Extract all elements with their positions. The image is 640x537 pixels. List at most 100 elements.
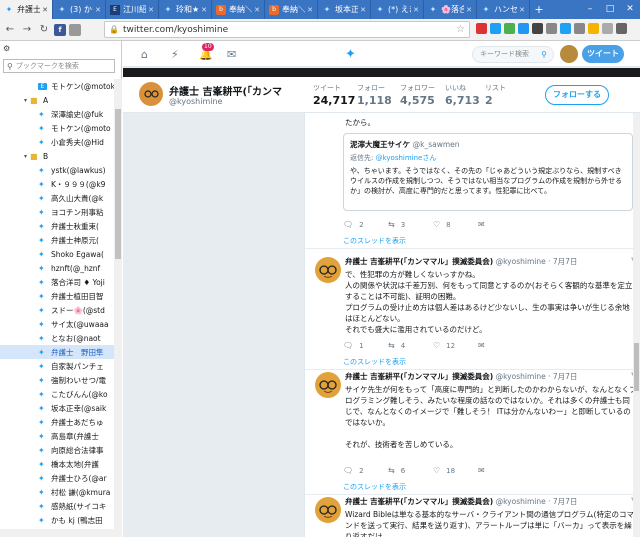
maximize-button[interactable]: □ <box>600 0 620 19</box>
close-tab-icon[interactable]: ✕ <box>95 6 101 14</box>
bookmark-item[interactable]: ✦ 弁護士ひろ(@ar <box>0 471 114 485</box>
bookmark-item[interactable]: ✦ 自家製パンチェ <box>0 359 114 373</box>
bookmark-folder[interactable]: ▾ ■ A <box>0 93 114 107</box>
profile-name[interactable]: 弁護士 吉峯耕平(「カンマ <box>169 83 282 98</box>
dm-button[interactable]: ✉ <box>478 466 523 475</box>
tweet-avatar[interactable] <box>315 257 341 283</box>
follow-button[interactable]: フォローする <box>545 85 609 105</box>
bookmark-search-input[interactable]: ⚲ ブックマークを検索 <box>3 59 115 73</box>
bookmark-item[interactable]: ✦ 村松 謙(@kmura <box>0 485 114 499</box>
like-button[interactable]: ♡ 12 <box>433 341 478 350</box>
bookmark-item[interactable]: ✦ となお(@naot <box>0 331 114 345</box>
like-button[interactable]: ♡ 8 <box>433 220 478 229</box>
bookmark-item[interactable]: ✦ こたびんん(@ko <box>0 387 114 401</box>
bookmark-star-icon[interactable]: ☆ <box>456 24 465 35</box>
bookmark-item[interactable]: ✦ 落合洋司 ♦ Yoji <box>0 275 114 289</box>
extension-dark-icon[interactable] <box>532 23 543 34</box>
extension-red-icon[interactable] <box>476 23 487 34</box>
close-tab-icon[interactable]: ✕ <box>42 6 48 14</box>
collapse-caret-icon[interactable]: ▾ <box>24 153 27 160</box>
bookmark-item[interactable]: ✦ 弁護士神原元( <box>0 233 114 247</box>
browser-tab[interactable]: ✦ハンセン✕ <box>477 0 530 19</box>
extension-blue-icon[interactable] <box>518 23 529 34</box>
tweet-date[interactable]: 7月7日 <box>553 257 578 266</box>
bookmark-item[interactable]: ✦ 弁護士植田目智 <box>0 289 114 303</box>
close-tab-icon[interactable]: ✕ <box>519 6 525 14</box>
close-tab-icon[interactable]: ✕ <box>148 6 154 14</box>
browser-tab[interactable]: ✦(*) えきく✕ <box>371 0 424 19</box>
close-tab-icon[interactable]: ✕ <box>307 6 313 14</box>
keyword-search-input[interactable]: キーワード検索 ⚲ <box>472 46 554 63</box>
bookmark-item[interactable]: ✦ 深澤諭史(@fuk <box>0 107 114 121</box>
address-bar[interactable]: 🔒 twitter.com/kyoshimine ☆ <box>104 21 470 38</box>
tweet-author-name[interactable]: 弁護士 吉峯耕平(「カンママル」撲滅委員会) <box>345 257 493 266</box>
bookmark-item[interactable]: ✦ K・９９９(@k9 <box>0 177 114 191</box>
bookmark-item[interactable]: ✦ かも kj (鴨志田 <box>0 513 114 527</box>
messages-icon[interactable]: ✉ <box>227 48 236 61</box>
own-avatar[interactable] <box>560 45 578 63</box>
sidebar-scrollbar[interactable] <box>114 79 122 537</box>
like-button[interactable]: ♡ 18 <box>433 466 478 475</box>
close-tab-icon[interactable]: ✕ <box>413 6 419 14</box>
profile-stat[interactable]: ツイート 24,717 <box>310 83 355 115</box>
extension-yellow-icon[interactable] <box>588 23 599 34</box>
browser-tab[interactable]: ✦🌸落合✕ <box>424 0 477 19</box>
reply-button[interactable]: 🗨 1 <box>343 341 388 350</box>
extension-gray-icon[interactable] <box>546 23 557 34</box>
profile-avatar[interactable] <box>139 82 163 106</box>
browser-tab[interactable]: E江川紹子✕ <box>106 0 159 19</box>
dm-button[interactable]: ✉ <box>478 341 523 350</box>
bookmark-item[interactable]: ✦ 小倉秀夫(@Hid <box>0 135 114 149</box>
dm-button[interactable]: ✉ <box>478 220 523 229</box>
tweet-avatar[interactable] <box>315 497 341 523</box>
quoted-tweet[interactable]: 泥濘大魔王サイケ @k_sawmen 返信先: @kyoshimineさん や、… <box>343 133 633 211</box>
profile-stat[interactable]: リスト 2 <box>485 83 506 107</box>
bookmark-item[interactable]: ✦ 弁護士あだちゅ <box>0 415 114 429</box>
minimize-button[interactable]: – <box>580 0 600 19</box>
profile-stat[interactable]: いいね 6,713 <box>445 83 480 107</box>
show-thread-link[interactable]: このスレッドを表示 <box>343 357 406 367</box>
extension-green-icon[interactable] <box>504 23 515 34</box>
extension-gear-icon[interactable] <box>602 23 613 34</box>
tweet-date[interactable]: 7月7日 <box>553 372 578 381</box>
close-window-button[interactable]: ✕ <box>620 0 640 19</box>
bookmark-item[interactable]: Eモトケン(@motoken <box>0 79 114 93</box>
extension-puzzle-icon[interactable] <box>574 23 585 34</box>
bookmark-item[interactable]: ✦ スドー🌸(@std <box>0 303 114 317</box>
bookmark-item[interactable]: ✦ 弁護士秋重束( <box>0 219 114 233</box>
tweet-avatar[interactable] <box>315 372 341 398</box>
home-icon[interactable]: ⌂ <box>141 48 148 61</box>
back-arrow-icon[interactable]: ← <box>3 23 17 37</box>
bookmark-item[interactable]: ✦ 向原総合法律事 <box>0 443 114 457</box>
reply-button[interactable]: 🗨 2 <box>343 466 388 475</box>
collapse-caret-icon[interactable]: ▾ <box>24 97 27 104</box>
close-tab-icon[interactable]: ✕ <box>466 6 472 14</box>
bookmark-item[interactable]: ✦ 橋本太地(弁護 <box>0 457 114 471</box>
extension-twitter-icon[interactable] <box>490 23 501 34</box>
bookmark-folder[interactable]: ▾ ■ B <box>0 149 114 163</box>
show-thread-link[interactable]: このスレッドを表示 <box>343 482 406 492</box>
page-scrollbar[interactable] <box>633 113 640 537</box>
bookmark-item[interactable]: ✦ 弁護士 野田隼 <box>0 345 114 359</box>
retweet-button[interactable]: ⇆ 4 <box>388 341 433 350</box>
retweet-button[interactable]: ⇆ 6 <box>388 466 433 475</box>
profile-stat[interactable]: フォロワー 4,575 <box>400 83 435 107</box>
extension-bird-icon[interactable] <box>560 23 571 34</box>
bookmark-item[interactable]: ✦ 強制わいせつ/電 <box>0 373 114 387</box>
bookmark-item[interactable]: ✦ モトケン(@moto <box>0 121 114 135</box>
browser-tab[interactable]: ✦ 弁護士 ✕ <box>0 0 53 19</box>
bookmark-item[interactable]: ✦ Shoko Egawa( <box>0 247 114 261</box>
facebook-icon[interactable]: f <box>54 23 66 36</box>
browser-tab[interactable]: ✦ 坂本正 ✕ <box>318 0 371 19</box>
close-tab-icon[interactable]: ✕ <box>201 6 207 14</box>
bookmark-item[interactable]: ✦ 高島章(弁護士 <box>0 429 114 443</box>
close-tab-icon[interactable]: ✕ <box>254 6 260 14</box>
sidebar-hscrollbar[interactable] <box>0 529 114 537</box>
reply-button[interactable]: 🗨 2 <box>343 220 388 229</box>
bookmark-item[interactable]: ✦ hznft(@_hznf <box>0 261 114 275</box>
show-thread-link[interactable]: このスレッドを表示 <box>343 236 406 246</box>
bookmark-item[interactable]: ✦ ヨコチン刑事粘 <box>0 205 114 219</box>
bookmark-item[interactable]: ✦ 感熱紙(サイコキ <box>0 499 114 513</box>
browser-tab[interactable]: b奉納＼(✕ <box>265 0 318 19</box>
bookmark-item[interactable]: ✦ ystk(@lawkus) <box>0 163 114 177</box>
